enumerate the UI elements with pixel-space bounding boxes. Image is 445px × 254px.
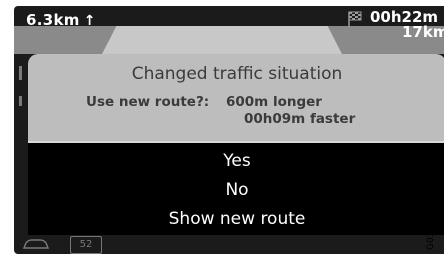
speed-limit-badge: 52 xyxy=(70,236,102,254)
map-marker xyxy=(19,96,22,106)
option-yes[interactable]: Yes xyxy=(28,151,444,171)
traffic-dialog: Changed traffic situation Use new route?… xyxy=(28,54,444,141)
bottom-bar: 52 xyxy=(14,234,444,254)
question-label: Use new route?: xyxy=(86,94,210,110)
figure-code-text: G037262 xyxy=(426,208,436,250)
distance-value: 6.3km xyxy=(26,11,80,29)
map-marker xyxy=(19,66,22,80)
option-show-new-route[interactable]: Show new route xyxy=(28,209,444,229)
remaining-distance: 17km xyxy=(402,23,444,41)
dialog-title: Changed traffic situation xyxy=(131,64,343,84)
checkered-flag-icon xyxy=(348,11,362,27)
navigation-screen: 6.3km ↑ 00h22m 17km Changed traffic situa… xyxy=(14,6,444,254)
options-list: Yes No Show new route xyxy=(28,141,444,235)
figure-code: G037262 xyxy=(425,206,439,250)
dialog-message: Use new route?: 600m longer 00h09m faste… xyxy=(86,94,355,127)
distance-to-turn: 6.3km ↑ xyxy=(26,11,96,29)
car-icon xyxy=(22,239,50,249)
detail-faster: 00h09m faster xyxy=(244,111,356,127)
option-no[interactable]: No xyxy=(28,180,444,200)
arrow-up-icon: ↑ xyxy=(83,13,96,29)
detail-longer: 600m longer xyxy=(226,94,322,110)
top-bar: 6.3km ↑ 00h22m 17km xyxy=(14,6,444,40)
